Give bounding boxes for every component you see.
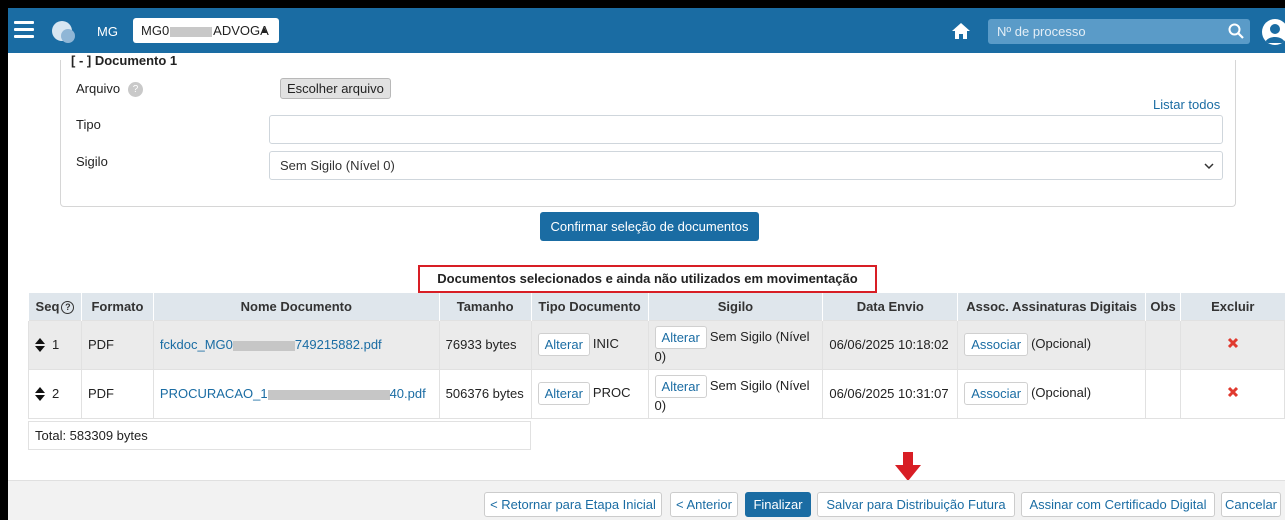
- tipo-cell: Alterar PROC: [530, 368, 649, 419]
- user-icon[interactable]: [1262, 19, 1285, 45]
- obs-cell: [1145, 319, 1182, 370]
- data-cell: 06/06/2025 10:31:07: [822, 368, 959, 419]
- sigilo-select[interactable]: Sem Sigilo (Nível 0): [269, 151, 1223, 180]
- process-search[interactable]: [988, 19, 1250, 44]
- alterar-sigilo-button[interactable]: Alterar: [654, 325, 707, 349]
- chevron-down-icon: [1204, 163, 1214, 170]
- document-title[interactable]: [ - ] Documento 1: [71, 53, 182, 68]
- associar-button[interactable]: Associar: [964, 382, 1029, 405]
- alterar-tipo-button[interactable]: Alterar: [537, 333, 590, 356]
- tipo-input[interactable]: [269, 115, 1223, 144]
- search-icon[interactable]: [1228, 23, 1244, 39]
- search-input[interactable]: [988, 19, 1208, 44]
- document-link[interactable]: fckdoc_MG0 749215882.pdf: [160, 337, 382, 352]
- reorder-icon[interactable]: [35, 387, 45, 402]
- help-icon[interactable]: ?: [128, 82, 144, 98]
- formato-cell: PDF: [80, 319, 154, 370]
- associar-button[interactable]: Associar: [964, 333, 1029, 356]
- table-header: Seq? Formato Nome Documento Tamanho Tipo…: [28, 293, 1285, 320]
- formato-cell: PDF: [80, 368, 154, 419]
- documents-table: Seq? Formato Nome Documento Tamanho Tipo…: [28, 293, 1285, 419]
- nome-cell: fckdoc_MG0 749215882.pdf: [152, 319, 440, 370]
- tipo-label: Tipo: [76, 117, 101, 132]
- excluir-cell: [1180, 368, 1285, 419]
- sigilo-value: Sem Sigilo (Nível 0): [280, 158, 395, 173]
- delete-icon[interactable]: [1227, 337, 1239, 349]
- top-bar: MG MG0 ADVOGA ▲: [8, 8, 1285, 53]
- arquivo-label: Arquivo: [76, 81, 121, 96]
- nome-cell: PROCURACAO_1 40.pdf: [152, 368, 440, 419]
- col-tamanho: Tamanho: [438, 293, 532, 320]
- sigilo-cell: Alterar Sem Sigilo (Nível 0): [647, 319, 824, 370]
- redacted-text: [267, 389, 390, 400]
- col-formato: Formato: [80, 293, 154, 320]
- app-frame: MG MG0ADVOGA ▲ [ - ] Documento 1 Arquivo…: [8, 8, 1285, 520]
- updown-icon: ▲: [259, 25, 269, 36]
- finalizar-button[interactable]: Finalizar: [745, 492, 811, 517]
- cancelar-button[interactable]: Cancelar: [1221, 492, 1281, 517]
- col-data: Data Envio: [822, 293, 958, 320]
- assinaturas-cell: Associar (Opcional): [957, 368, 1147, 419]
- col-nome: Nome Documento: [152, 293, 440, 320]
- document-link[interactable]: PROCURACAO_1 40.pdf: [160, 386, 426, 401]
- excluir-cell: [1180, 319, 1285, 370]
- down-arrow-icon: [895, 452, 921, 481]
- sigilo-cell: Alterar Sem Sigilo (Nível 0): [647, 368, 824, 419]
- obs-cell: [1145, 368, 1182, 419]
- action-bar: < Retornar para Etapa Inicial < Anterior…: [8, 480, 1285, 520]
- logo-icon: [52, 21, 76, 43]
- col-sigilo: Sigilo: [647, 293, 823, 320]
- col-seq[interactable]: Seq?: [28, 293, 82, 320]
- alterar-tipo-button[interactable]: Alterar: [537, 382, 590, 405]
- redacted-text: [170, 26, 213, 37]
- table-row: 1 PDF fckdoc_MG0 749215882.pdf 76933 byte…: [28, 319, 1285, 370]
- state-label: MG: [97, 24, 118, 39]
- tamanho-cell: 76933 bytes: [438, 319, 532, 370]
- redacted-text: [232, 340, 295, 351]
- col-tipo: Tipo Documento: [530, 293, 649, 320]
- total-size: Total: 583309 bytes: [28, 421, 531, 450]
- assinar-button[interactable]: Assinar com Certificado Digital: [1021, 492, 1215, 517]
- col-assinaturas: Assoc. Assinaturas Digitais: [957, 293, 1146, 320]
- anterior-button[interactable]: < Anterior: [670, 492, 738, 517]
- menu-icon[interactable]: [14, 21, 34, 39]
- col-obs: Obs: [1145, 293, 1181, 320]
- col-excluir: Excluir: [1180, 293, 1285, 320]
- listar-todos-link[interactable]: Listar todos: [1153, 97, 1220, 112]
- retornar-button[interactable]: < Retornar para Etapa Inicial: [484, 492, 662, 517]
- alterar-sigilo-button[interactable]: Alterar: [654, 374, 707, 398]
- choose-file-button[interactable]: Escolher arquivo: [280, 78, 391, 99]
- arquivo-row: Arquivo?: [76, 81, 144, 98]
- assinaturas-cell: Associar (Opcional): [957, 319, 1147, 370]
- seq-cell: 2: [28, 368, 82, 419]
- salvar-button[interactable]: Salvar para Distribuição Futura: [817, 492, 1015, 517]
- office-select[interactable]: MG0 ADVOGA ▲: [133, 18, 279, 43]
- delete-icon[interactable]: [1227, 386, 1239, 398]
- seq-cell: 1: [28, 319, 82, 370]
- selected-docs-heading: Documentos selecionados e ainda não util…: [418, 265, 877, 293]
- reorder-icon[interactable]: [35, 338, 45, 353]
- help-icon[interactable]: ?: [61, 300, 75, 314]
- confirm-selection-button[interactable]: Confirmar seleção de documentos: [540, 212, 759, 241]
- office-prefix: MG0: [141, 23, 170, 38]
- home-icon[interactable]: [951, 22, 971, 40]
- tipo-cell: Alterar INIC: [530, 319, 649, 370]
- sigilo-label: Sigilo: [76, 154, 108, 169]
- data-cell: 06/06/2025 10:18:02: [822, 319, 959, 370]
- table-row: 2 PDF PROCURACAO_1 40.pdf 506376 bytes Al…: [28, 368, 1285, 419]
- tamanho-cell: 506376 bytes: [438, 368, 532, 419]
